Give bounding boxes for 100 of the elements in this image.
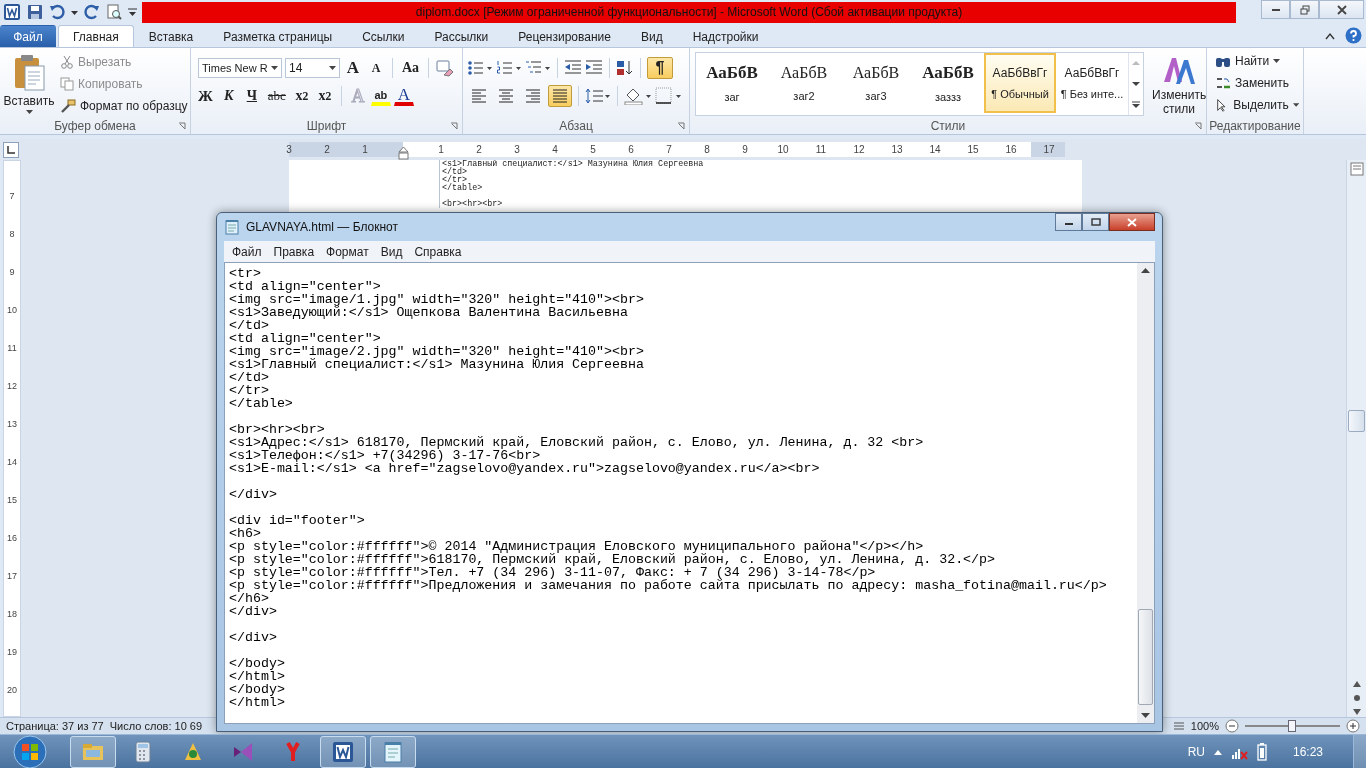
ruler-number: 7: [665, 144, 673, 155]
code-line: <p style="color:#ffffff">© 2014 "Администрация Еловского муниципального района"</p></h>: [229, 540, 925, 553]
ruler-number: 17: [1042, 144, 1056, 155]
document-line: </table>: [442, 184, 484, 192]
code-line: </td>: [229, 319, 269, 332]
code-line: </html>: [229, 696, 286, 709]
font-color-button[interactable]: A: [393, 86, 414, 106]
ruler-number: 2: [323, 144, 331, 155]
format-button[interactable]: К: [218, 85, 239, 107]
ruler-number: 4: [551, 144, 559, 155]
ruler-number: 6: [627, 144, 635, 155]
zoom-level[interactable]: 100%: [1190, 720, 1219, 732]
code-line: </div>: [229, 605, 278, 618]
code-line: <p style="color:#ffffff">Тел. +7 (34 296) 3-11-07, Факс: + 7 (34 296) 3-14-78</p>: [229, 566, 877, 579]
style-item[interactable]: АаБбВ заг: [696, 53, 768, 113]
code-line: <s1>Телефон:</s1> +7(34296) 3-17-76<br>: [229, 449, 541, 462]
change-styles-button[interactable]: Изменить стили: [1152, 52, 1207, 116]
select-button[interactable]: Выделить: [1215, 96, 1299, 114]
ruler-number: 1: [437, 144, 445, 155]
ruler-number: 20: [7, 684, 17, 697]
group-label: Стили: [930, 119, 966, 133]
ruler-number: 1: [361, 144, 369, 155]
format-painter-button[interactable]: Формат по образцу: [60, 97, 188, 115]
window-title: diplom.docx [Режим ограниченной функциональности] - Microsoft Word (Сбой активации продукта): [415, 5, 963, 19]
ruler-number: 10: [776, 144, 790, 155]
page-count[interactable]: Страница: 37 из 77: [6, 720, 104, 732]
ruler-number: 14: [7, 456, 17, 469]
word-count[interactable]: Число слов: 10 69: [109, 720, 203, 732]
style-item[interactable]: АаБбВ заззз: [912, 53, 984, 113]
ruler-number: 12: [852, 144, 866, 155]
ribbon-tab[interactable]: Надстройки: [677, 25, 774, 47]
ruler-number: 7: [9, 190, 15, 203]
code-line: </table>: [229, 397, 294, 410]
ruler-number: 15: [7, 494, 17, 507]
show-marks-button[interactable]: ¶: [647, 57, 673, 79]
ribbon-tab[interactable]: Главная: [58, 25, 134, 47]
ruler-number: 9: [741, 144, 749, 155]
change-case-button[interactable]: Aa: [399, 57, 423, 79]
code-line: <p style="color:#ffffff">618170, Пермский край, Еловский район, с. Елово, ул. Ленина, д. 32.</p>: [229, 553, 997, 566]
ribbon-tab[interactable]: Вид: [625, 25, 678, 47]
group-label: Шрифт: [306, 119, 347, 133]
code-line: </div>: [229, 488, 278, 501]
ribbon-tab[interactable]: Вставка: [133, 25, 209, 47]
menu-item[interactable]: Файл: [226, 244, 268, 259]
code-line: </tr>: [229, 384, 270, 397]
ruler-number: 17: [7, 570, 17, 583]
code-line: <img src="image/1.jpg" width="320" height="410"><br>: [229, 293, 645, 306]
style-item[interactable]: АаБбВвГг ¶ Без инте...: [1056, 53, 1128, 113]
window-title: GLAVNAYA.html — Блокнот: [246, 220, 399, 234]
menu-item[interactable]: Справка: [408, 244, 468, 259]
format-button[interactable]: abc: [264, 85, 289, 107]
paste-button[interactable]: Вставить: [4, 52, 54, 118]
code-line: <s1>Заведующий:</s1> Ощепкова Валентина Васильевна: [229, 306, 628, 319]
ruler-number: 5: [589, 144, 597, 155]
ruler-number: 11: [814, 144, 828, 155]
style-item[interactable]: АаБбВвГг ¶ Обычный: [984, 53, 1056, 113]
menu-item[interactable]: Вид: [374, 244, 409, 259]
replace-button[interactable]: Заменить: [1215, 74, 1299, 92]
group-label: Редактирование: [1209, 119, 1301, 133]
code-line: </td>: [229, 371, 270, 384]
format-button[interactable]: Ч: [241, 85, 262, 107]
style-item[interactable]: АаБбВ заг2: [768, 53, 840, 113]
ruler-number: 3: [513, 144, 521, 155]
code-line: <img src="image/2.jpg" width="320" height="410"><br>: [229, 345, 645, 358]
highlight-button[interactable]: ab: [370, 86, 391, 106]
clock[interactable]: 16:23: [1292, 744, 1323, 759]
code-line: <div id="footer">: [229, 514, 366, 527]
grow-font-button[interactable]: A: [343, 57, 363, 79]
menu-item[interactable]: Формат: [320, 244, 375, 259]
font-name-field[interactable]: Times New R: [198, 58, 282, 78]
find-button[interactable]: Найти: [1215, 52, 1299, 70]
ruler-number: 9: [9, 266, 15, 279]
ribbon-tab[interactable]: Рассылки: [419, 25, 504, 47]
document-line: </tr>: [442, 176, 468, 184]
font-size-field[interactable]: 14: [285, 58, 340, 78]
ruler-number: 10: [7, 304, 17, 317]
ruler-number: 13: [890, 144, 904, 155]
ruler-number: 13: [7, 418, 17, 431]
file-tab[interactable]: Файл: [0, 25, 56, 47]
ribbon-tab[interactable]: Рецензирование: [503, 25, 626, 47]
ruler-number: 18: [7, 608, 17, 621]
style-item[interactable]: АаБбВ заг3: [840, 53, 912, 113]
ruler-number: 15: [966, 144, 980, 155]
shrink-font-button[interactable]: A: [366, 57, 386, 79]
ruler-number: 14: [928, 144, 942, 155]
code-line: </body>: [229, 683, 286, 696]
language-indicator[interactable]: RU: [1187, 744, 1205, 759]
ruler-number: 2: [475, 144, 483, 155]
group-label: Буфер обмена: [54, 119, 136, 133]
code-line: <h6>: [229, 527, 261, 540]
code-line: </div>: [229, 631, 278, 644]
ruler-number: 12: [7, 380, 17, 393]
ruler-number: 3: [285, 144, 293, 155]
ribbon-tab[interactable]: Разметка страницы: [208, 25, 348, 47]
ruler-number: 19: [7, 646, 17, 659]
code-line: <s1>Адрес:</s1> 618170, Пермский край, Еловский район, с. Елово, ул. Ленина, д. 32 <br>: [229, 436, 925, 449]
format-button[interactable]: Ж: [195, 85, 216, 107]
ribbon-tab[interactable]: Ссылки: [347, 25, 420, 47]
menu-item[interactable]: Правка: [267, 244, 321, 259]
ruler-number: 8: [703, 144, 711, 155]
